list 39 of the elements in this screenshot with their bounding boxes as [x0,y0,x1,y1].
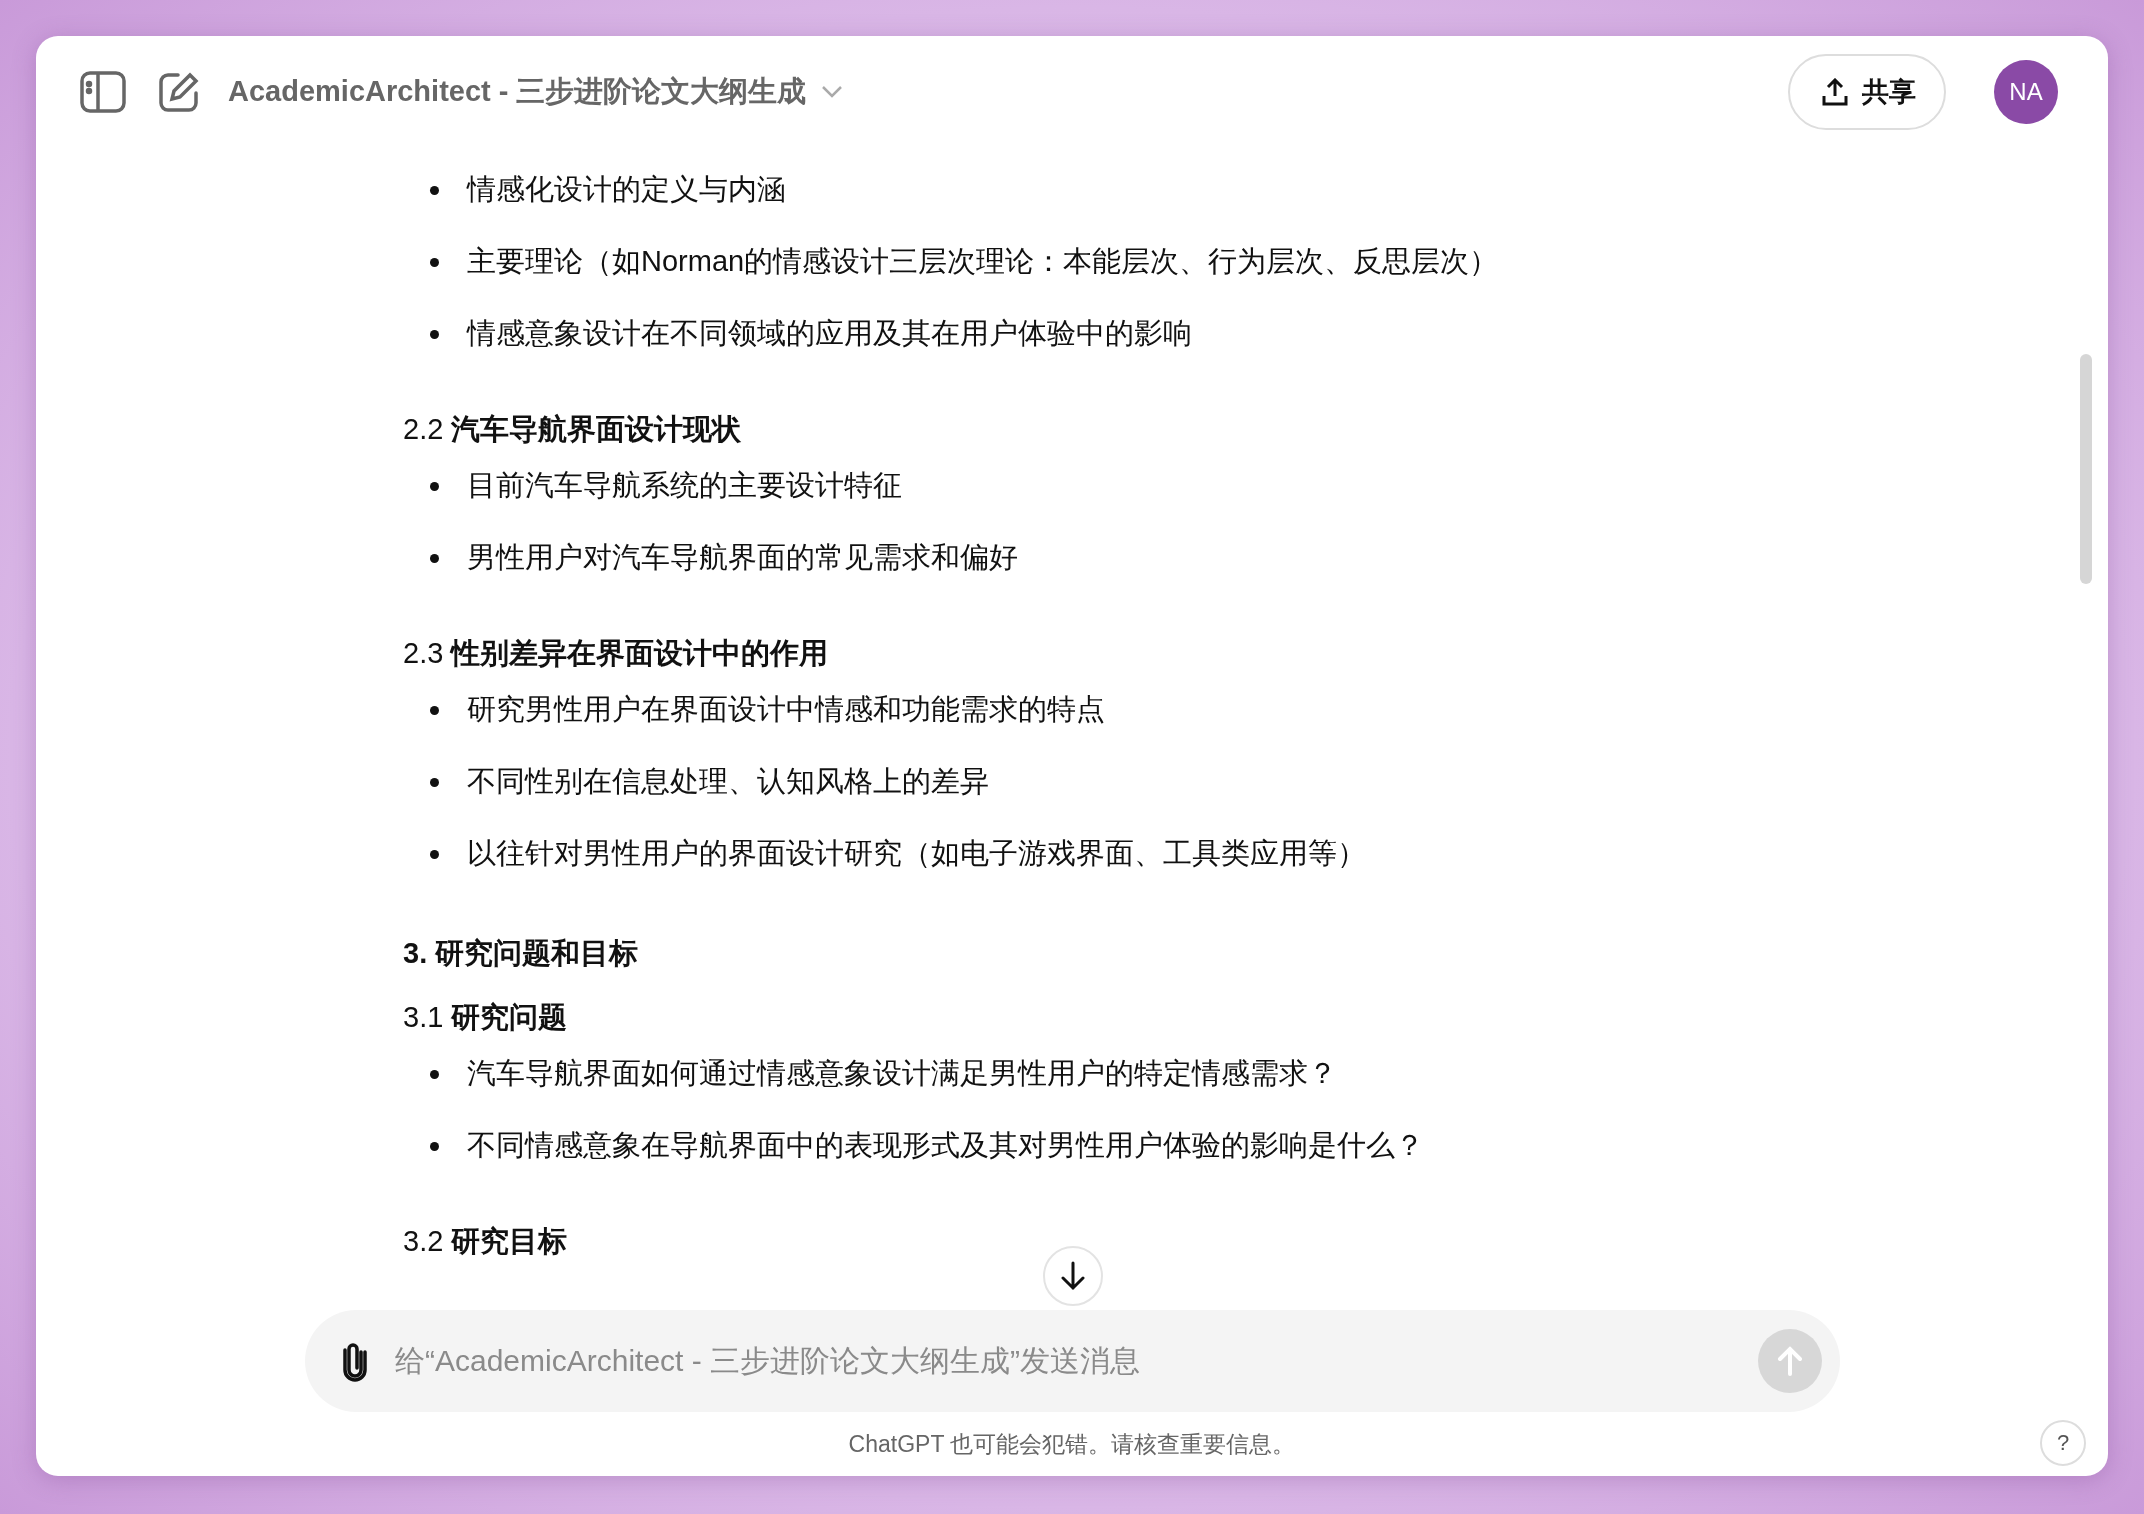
chat-title-dropdown[interactable]: AcademicArchitect - 三步进阶论文大纲生成 [228,68,843,116]
list-item-text: 主要理论（如Norman的情感设计三层次理论：本能层次、行为层次、反思层次） [467,244,1499,279]
arrow-down-icon [1060,1261,1086,1291]
user-avatar[interactable]: NA [1994,60,2058,124]
list-item-text: 汽车导航界面如何通过情感意象设计满足男性用户的特定情感需求？ [467,1056,1337,1091]
bullet-icon [430,185,439,195]
paperclip-icon[interactable] [341,1340,369,1382]
message-input[interactable]: 给“AcademicArchitect - 三步进阶论文大纲生成”发送消息 [393,1343,1734,1379]
list-item-text: 研究男性用户在界面设计中情感和功能需求的特点 [467,692,1105,727]
bullet-icon [430,705,439,715]
bullet-icon [430,849,439,859]
chevron-down-icon [820,85,843,99]
list-item-text: 男性用户对汽车导航界面的常见需求和偏好 [467,540,1018,575]
list-item-text: 情感意象设计在不同领域的应用及其在用户体验中的影响 [467,316,1192,351]
list-item-text: 目前汽车导航系统的主要设计特征 [467,468,902,503]
disclaimer-text: ChatGPT 也可能会犯错。请核查重要信息。 [848,1429,1296,1459]
arrow-up-icon [1777,1345,1803,1377]
message-composer[interactable]: 给“AcademicArchitect - 三步进阶论文大纲生成”发送消息 [305,1310,1840,1412]
bullet-icon [430,257,439,267]
bullet-icon [430,777,439,787]
list-item-text: 以往针对男性用户的界面设计研究（如电子游戏界面、工具类应用等） [467,836,1366,871]
subsection-heading: 2.2 汽车导航界面设计现状 [403,412,742,447]
subsection-heading: 2.3 性别差异在界面设计中的作用 [403,636,829,671]
share-button[interactable]: 共享 [1788,54,1946,130]
section-heading: 3. 研究问题和目标 [403,936,639,971]
subsection-heading: 3.2 研究目标 [403,1224,568,1259]
list-item-text: 不同情感意象在导航界面中的表现形式及其对男性用户体验的影响是什么？ [467,1128,1424,1163]
bullet-icon [430,1141,439,1151]
list-item-text: 不同性别在信息处理、认知风格上的差异 [467,764,989,799]
upload-icon [1822,78,1848,106]
help-button[interactable]: ? [2040,1420,2086,1466]
bullet-icon [430,481,439,491]
scroll-down-button[interactable] [1043,1246,1103,1306]
bullet-icon [430,1069,439,1079]
bullet-icon [430,329,439,339]
list-item-text: 情感化设计的定义与内涵 [467,172,786,207]
subsection-heading: 3.1 研究问题 [403,1000,568,1035]
bullet-icon [430,553,439,563]
scrollbar-thumb[interactable] [2080,354,2092,584]
